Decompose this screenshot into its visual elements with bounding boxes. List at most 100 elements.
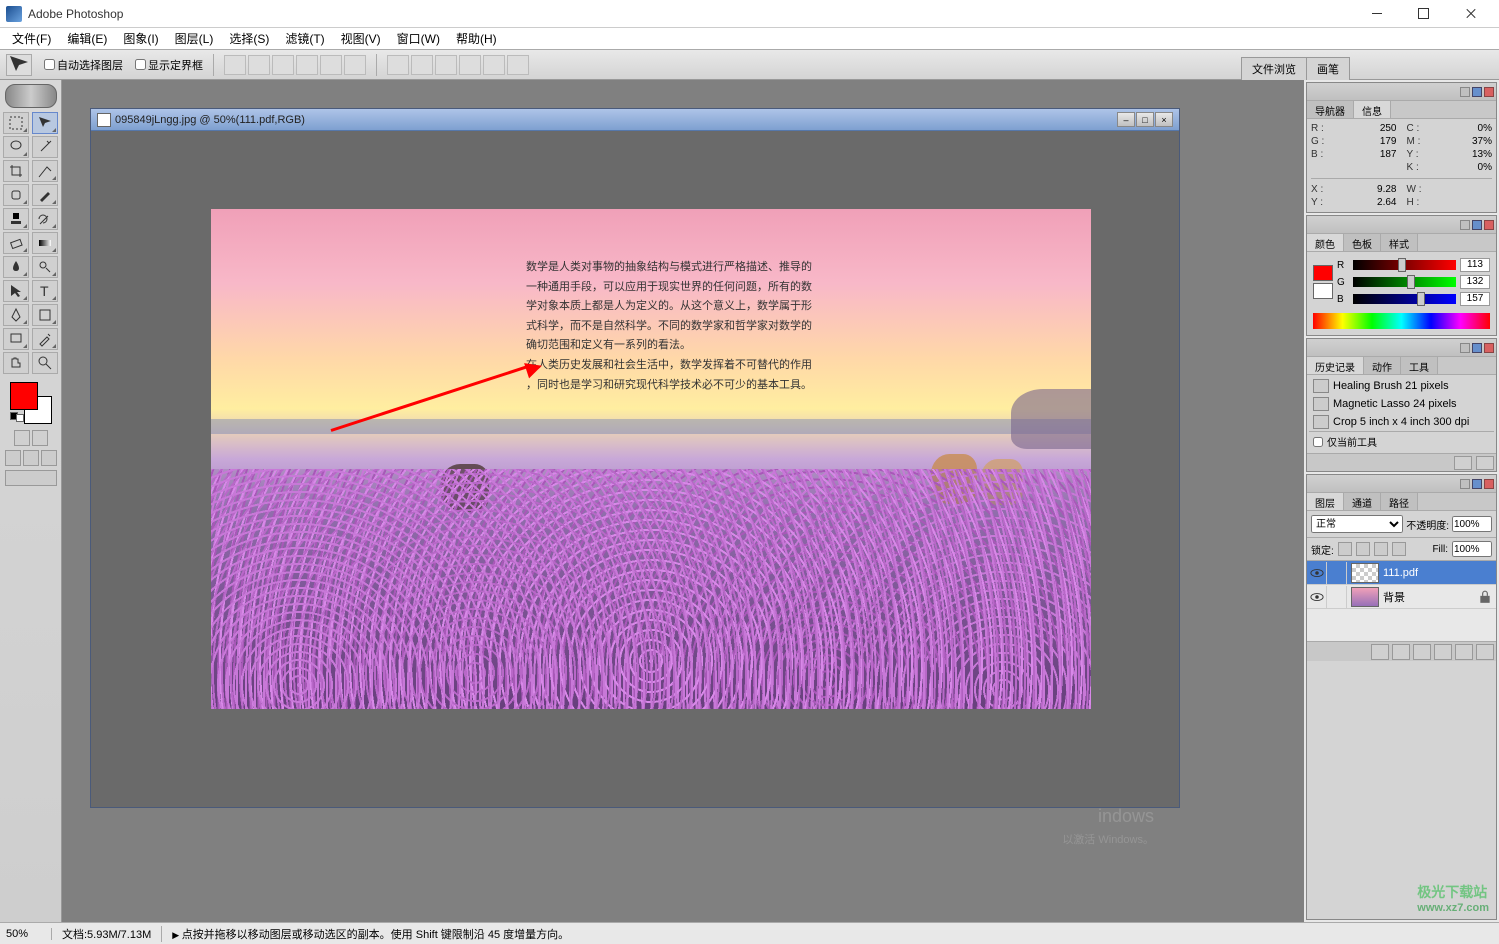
distribute-vcenter-button[interactable]	[411, 55, 433, 75]
history-item[interactable]: Crop 5 inch x 4 inch 300 dpi	[1309, 413, 1494, 431]
pen-tool[interactable]	[3, 304, 29, 326]
paths-tab[interactable]: 路径	[1381, 493, 1418, 510]
delete-state-button[interactable]	[1476, 456, 1494, 470]
align-left-button[interactable]	[296, 55, 318, 75]
menu-window[interactable]: 窗口(W)	[389, 28, 448, 49]
document-size[interactable]: 文档:5.93M/7.13M	[52, 926, 162, 942]
healing-tool[interactable]	[3, 184, 29, 206]
toolbox-handle[interactable]	[5, 84, 57, 108]
blur-tool[interactable]	[3, 256, 29, 278]
history-brush-tool[interactable]	[32, 208, 58, 230]
actions-tab[interactable]: 动作	[1364, 357, 1401, 374]
layer-link-cell[interactable]	[1327, 586, 1347, 608]
history-item[interactable]: Healing Brush 21 pixels	[1309, 377, 1494, 395]
layer-set-button[interactable]	[1413, 644, 1431, 660]
blend-mode-select[interactable]: 正常	[1311, 515, 1403, 533]
stamp-tool[interactable]	[3, 208, 29, 230]
history-item[interactable]: Magnetic Lasso 24 pixels	[1309, 395, 1494, 413]
type-tool[interactable]: T	[32, 280, 58, 302]
color-bg-swatch[interactable]	[1313, 283, 1333, 299]
screen-fullmenu-button[interactable]	[23, 450, 39, 466]
layer-row[interactable]: 111.pdf	[1307, 561, 1496, 585]
lock-transparency-icon[interactable]	[1338, 542, 1352, 556]
panel-header[interactable]	[1307, 216, 1496, 234]
menu-edit[interactable]: 编辑(E)	[59, 28, 115, 49]
distribute-hcenter-button[interactable]	[483, 55, 505, 75]
window-minimize-button[interactable]	[1354, 2, 1399, 26]
layer-name[interactable]: 背景	[1383, 589, 1478, 605]
panel-header[interactable]	[1307, 83, 1496, 101]
panel-maximize-icon[interactable]	[1472, 479, 1482, 489]
align-hcenter-button[interactable]	[320, 55, 342, 75]
color-fg-swatch[interactable]	[1313, 265, 1333, 281]
current-tool-icon[interactable]	[6, 54, 32, 76]
lock-all-icon[interactable]	[1392, 542, 1406, 556]
notes-tool[interactable]	[3, 328, 29, 350]
gradient-tool[interactable]	[32, 232, 58, 254]
color-g-value[interactable]: 132	[1460, 275, 1490, 289]
color-tab[interactable]: 颜色	[1307, 234, 1344, 251]
layer-row[interactable]: 背景	[1307, 585, 1496, 609]
align-vcenter-button[interactable]	[248, 55, 270, 75]
color-b-value[interactable]: 157	[1460, 292, 1490, 306]
layer-visibility-icon[interactable]	[1307, 586, 1327, 608]
tools-tab[interactable]: 工具	[1401, 357, 1438, 374]
panel-close-icon[interactable]	[1484, 479, 1494, 489]
lasso-tool[interactable]	[3, 136, 29, 158]
panel-minimize-icon[interactable]	[1460, 479, 1470, 489]
doc-minimize-button[interactable]: –	[1117, 112, 1135, 127]
layer-thumbnail[interactable]	[1351, 587, 1379, 607]
opacity-input[interactable]	[1452, 516, 1492, 532]
layer-name[interactable]: 111.pdf	[1383, 567, 1496, 579]
styles-tab[interactable]: 样式	[1381, 234, 1418, 251]
menu-help[interactable]: 帮助(H)	[448, 28, 505, 49]
shape-tool[interactable]	[32, 304, 58, 326]
crop-tool[interactable]	[3, 160, 29, 182]
delete-layer-button[interactable]	[1476, 644, 1494, 660]
window-close-button[interactable]	[1448, 2, 1493, 26]
color-g-slider[interactable]: G 132	[1337, 275, 1490, 289]
doc-maximize-button[interactable]: □	[1136, 112, 1154, 127]
color-r-value[interactable]: 113	[1460, 258, 1490, 272]
zoom-tool[interactable]	[32, 352, 58, 374]
color-swatch[interactable]	[10, 382, 52, 424]
document-canvas[interactable]: 数学是人类对事物的抽象结构与模式进行严格描述、推导的 一种通用手段，可以应用于现…	[211, 209, 1091, 709]
file-browser-tab[interactable]: 文件浏览	[1241, 57, 1307, 80]
layer-thumbnail[interactable]	[1351, 563, 1379, 583]
lock-image-icon[interactable]	[1356, 542, 1370, 556]
panel-close-icon[interactable]	[1484, 220, 1494, 230]
panel-minimize-icon[interactable]	[1460, 343, 1470, 353]
layer-link-cell[interactable]	[1327, 562, 1347, 584]
layers-tab[interactable]: 图层	[1307, 493, 1344, 510]
eraser-tool[interactable]	[3, 232, 29, 254]
swatches-tab[interactable]: 色板	[1344, 234, 1381, 251]
panel-maximize-icon[interactable]	[1472, 343, 1482, 353]
panel-minimize-icon[interactable]	[1460, 220, 1470, 230]
show-bounding-box-checkbox[interactable]: 显示定界框	[135, 57, 203, 73]
panel-header[interactable]	[1307, 475, 1496, 493]
menu-image[interactable]: 图象(I)	[115, 28, 166, 49]
layer-mask-button[interactable]	[1392, 644, 1410, 660]
panel-maximize-icon[interactable]	[1472, 220, 1482, 230]
align-bottom-button[interactable]	[272, 55, 294, 75]
new-layer-button[interactable]	[1455, 644, 1473, 660]
align-top-button[interactable]	[224, 55, 246, 75]
menu-layer[interactable]: 图层(L)	[167, 28, 222, 49]
distribute-top-button[interactable]	[387, 55, 409, 75]
color-fg-bg-swatches[interactable]	[1313, 265, 1333, 299]
distribute-bottom-button[interactable]	[435, 55, 457, 75]
auto-select-layer-checkbox[interactable]: 自动选择图层	[44, 57, 123, 73]
foreground-color[interactable]	[10, 382, 38, 410]
color-r-slider[interactable]: R 113	[1337, 258, 1490, 272]
layer-style-button[interactable]	[1371, 644, 1389, 660]
panel-close-icon[interactable]	[1484, 87, 1494, 97]
panel-close-icon[interactable]	[1484, 343, 1494, 353]
eyedropper-tool[interactable]	[32, 328, 58, 350]
color-spectrum-bar[interactable]	[1313, 313, 1490, 329]
new-snapshot-button[interactable]	[1454, 456, 1472, 470]
doc-close-button[interactable]: ×	[1155, 112, 1173, 127]
screen-full-button[interactable]	[41, 450, 57, 466]
dodge-tool[interactable]	[32, 256, 58, 278]
move-tool[interactable]	[32, 112, 58, 134]
marquee-tool[interactable]	[3, 112, 29, 134]
